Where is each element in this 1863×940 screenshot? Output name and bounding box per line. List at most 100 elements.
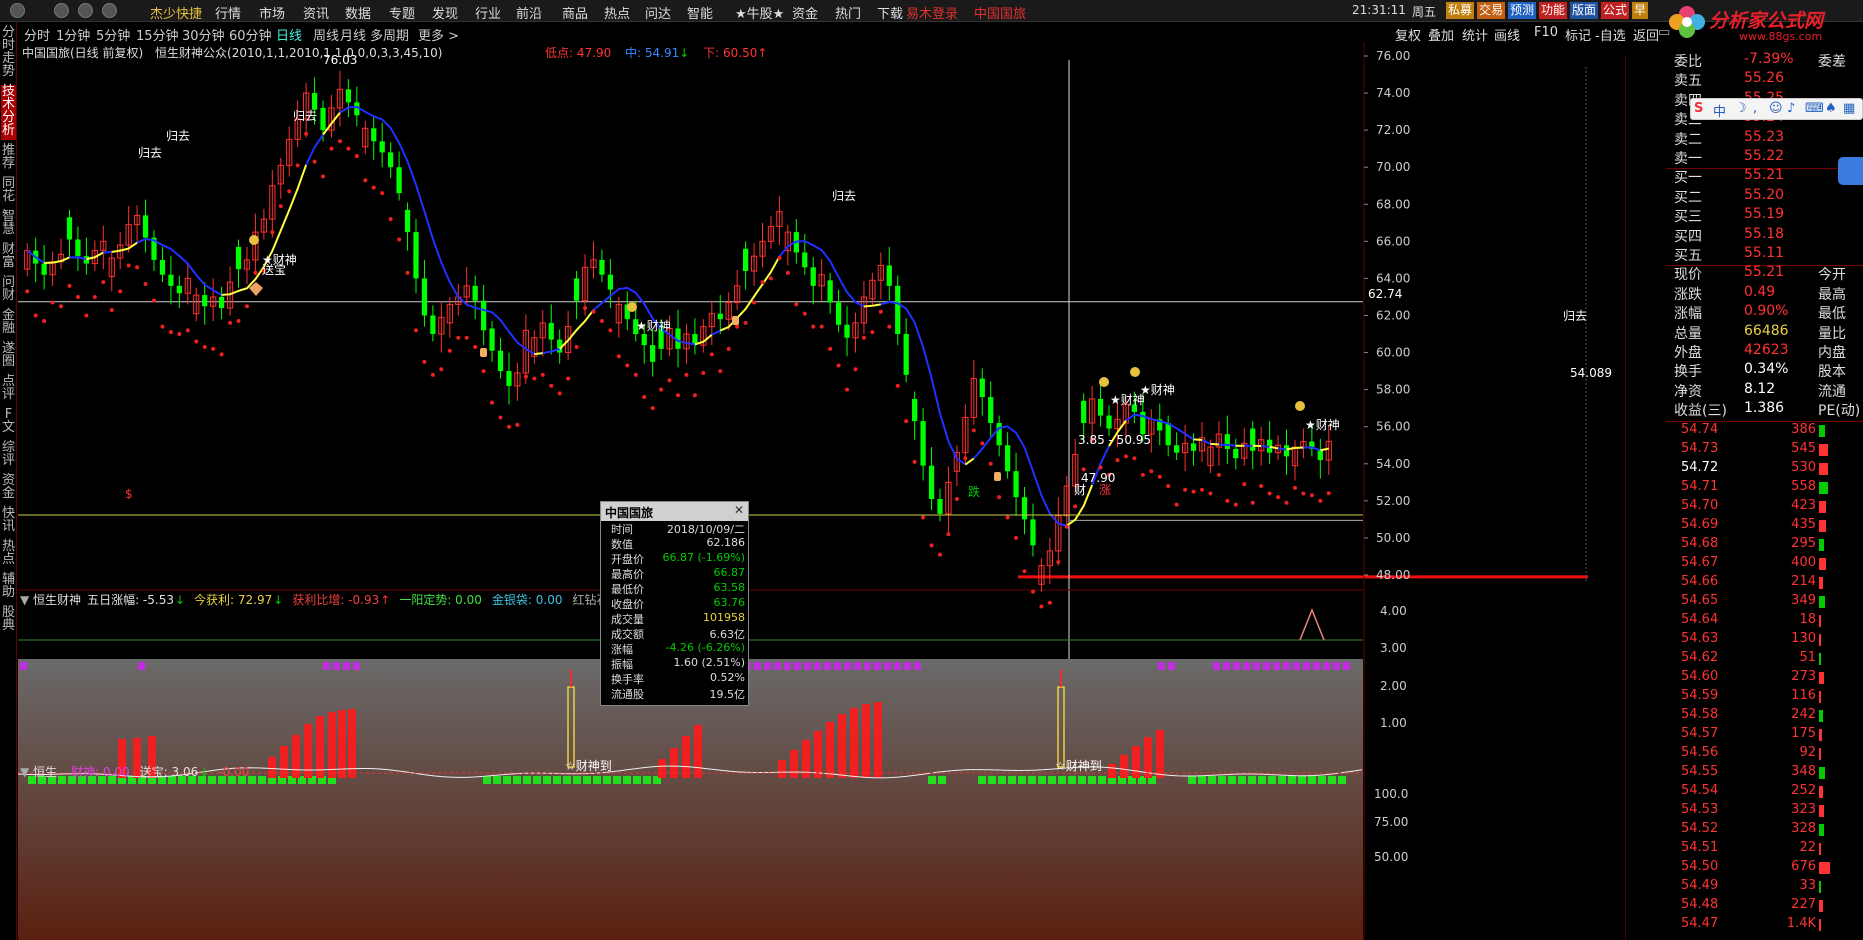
candle-body — [1030, 519, 1036, 546]
app-name[interactable]: 杰少快捷 — [150, 3, 202, 22]
quote-value: 55.21 — [1744, 167, 1785, 184]
zhang-label: 涨 — [1099, 482, 1111, 497]
left-nav-item[interactable]: 快讯 — [1, 507, 16, 536]
popup-key: 涨幅 — [611, 643, 633, 656]
price-tick-label: 62.00 — [1376, 309, 1410, 323]
kline-chart[interactable]: 76.00 74.00 72.00 70.00 68.00 66.00 64.00 62.00… — [18, 42, 1623, 940]
comma-icon[interactable]: , — [1753, 101, 1757, 116]
cloud-icon[interactable] — [1838, 157, 1863, 185]
menu-item[interactable]: 行情 — [215, 3, 241, 22]
collapse-icon[interactable]: ▼ — [20, 765, 33, 779]
menu-item[interactable]: 市场 — [259, 3, 285, 22]
stop-dot — [422, 359, 427, 364]
top-button[interactable]: 功能 — [1539, 2, 1568, 19]
menu-item[interactable]: 资金 — [792, 3, 818, 22]
popup-key: 振幅 — [611, 658, 633, 671]
minimize-icon[interactable]: ▭ — [1658, 25, 1670, 40]
ind2-purple-block — [20, 662, 27, 670]
menu-item[interactable]: 发现 — [432, 3, 458, 22]
download-menu[interactable]: 下载 — [877, 3, 903, 22]
stop-dot — [591, 309, 596, 314]
candle-body — [235, 246, 242, 270]
top-button[interactable]: 私募 — [1446, 2, 1475, 19]
window-control-icon[interactable] — [54, 3, 69, 18]
candle-body — [996, 423, 1002, 446]
left-nav-item[interactable]: 财富 — [1, 243, 16, 272]
left-nav-item[interactable]: 分时走势 — [1, 26, 16, 81]
ind2-green-block — [643, 776, 651, 784]
mic-icon[interactable]: ♪ — [1787, 101, 1795, 116]
stop-dot — [1267, 491, 1272, 496]
window-control-icon[interactable] — [78, 3, 93, 18]
left-nav-item[interactable]: 金融 — [1, 309, 16, 338]
chart-tool[interactable]: 返回 — [1633, 25, 1659, 44]
ime-toolbar[interactable]: S 中 ☽ , ☺ ♪ ⌨ ♠ ▦ — [1690, 98, 1863, 120]
tick-price: 54.51 — [1681, 839, 1719, 855]
top-button[interactable]: 早 — [1632, 2, 1649, 19]
top-button[interactable]: 版面 — [1570, 2, 1599, 19]
left-nav-item[interactable]: 技术分析 — [1, 85, 16, 140]
menu-item[interactable]: 热门 — [835, 3, 861, 22]
tick-row: 54.70 423 — [1626, 498, 1863, 517]
menu-item[interactable]: 热点 — [604, 3, 630, 22]
menu-item[interactable]: 资讯 — [303, 3, 329, 22]
candle-body — [41, 263, 47, 275]
shirt-icon[interactable]: ♠ — [1825, 101, 1837, 116]
left-nav-item[interactable]: F文 — [1, 408, 16, 437]
top-button[interactable]: 预测 — [1508, 2, 1537, 19]
caishen-label: ★财神 — [1305, 418, 1340, 432]
smile-icon[interactable]: ☺ — [1769, 101, 1783, 116]
top-button[interactable]: 交易 — [1477, 2, 1506, 19]
menu-item[interactable]: 前沿 — [516, 3, 542, 22]
menu-item[interactable]: 问达 — [645, 3, 671, 22]
menu-item[interactable]: 专题 — [389, 3, 415, 22]
ind2-purple-block — [824, 662, 831, 670]
close-icon[interactable]: ✕ — [734, 503, 744, 517]
left-nav-item[interactable]: 资金 — [1, 474, 16, 503]
left-nav-item[interactable]: 问财 — [1, 276, 16, 305]
arrow-icon: ↓ — [199, 765, 210, 779]
left-nav-item[interactable]: 点评 — [1, 375, 16, 404]
keyboard-icon[interactable]: ⌨ — [1805, 101, 1824, 116]
window-control-icon[interactable] — [10, 3, 25, 18]
left-nav-item[interactable]: 辅助 — [1, 573, 16, 602]
menu-item[interactable]: 数据 — [345, 3, 371, 22]
hand-icon — [732, 316, 739, 325]
left-nav-item[interactable]: 同花 — [1, 177, 16, 206]
left-nav-item[interactable]: 股典 — [1, 606, 16, 635]
left-nav-item[interactable]: 智慧 — [1, 210, 16, 239]
guiqu-label: 归去 — [1563, 309, 1587, 323]
ind2-purple-block — [138, 662, 145, 670]
popup-value: 63.76 — [713, 596, 746, 609]
stop-dot — [777, 256, 782, 261]
login-link[interactable]: 易木登录 — [906, 3, 958, 22]
left-nav-item[interactable]: 综评 — [1, 441, 16, 470]
top-button[interactable]: 公式 — [1601, 2, 1630, 19]
menu-item[interactable]: 智能 — [687, 3, 713, 22]
grid-icon[interactable]: ▦ — [1843, 101, 1855, 116]
menu-item[interactable]: ★牛股★ — [735, 3, 784, 22]
stock-name-tab[interactable]: 中国国旅 — [974, 3, 1026, 22]
stop-dot — [954, 497, 959, 502]
menu-item[interactable]: 行业 — [475, 3, 501, 22]
stop-dot — [228, 320, 233, 325]
stop-dot — [244, 304, 249, 309]
quote-key2: 量比 — [1818, 325, 1846, 342]
moon-icon[interactable]: ☽ — [1735, 101, 1747, 116]
quote-key: 涨幅 — [1674, 306, 1702, 323]
tick-volume: 18 — [1799, 611, 1816, 627]
window-control-icon[interactable] — [102, 3, 117, 18]
menu-item[interactable]: 商品 — [562, 3, 588, 22]
left-nav-item[interactable]: 推荐 — [1, 144, 16, 173]
tick-row: 54.52 328 — [1626, 821, 1863, 840]
indicator1-value: 金银袋: 0.00 — [491, 593, 563, 607]
chart-tool[interactable]: F10 — [1534, 25, 1558, 40]
collapse-icon[interactable]: ▼ — [20, 593, 33, 607]
ime-mode-label[interactable]: 中 — [1713, 101, 1726, 120]
quote-row: 卖五 55.26 — [1626, 70, 1863, 89]
left-nav-item[interactable]: 热点 — [1, 540, 16, 569]
bar-info-popup[interactable]: 中国国旅 ✕ 时间 2018/10/09/二 数值 62.186 开盘价 66.87 (-… — [600, 501, 749, 706]
ind2-green-block — [1068, 776, 1076, 784]
left-nav-item[interactable]: 遂圈 — [1, 342, 16, 371]
tick-volume: 349 — [1791, 592, 1816, 608]
